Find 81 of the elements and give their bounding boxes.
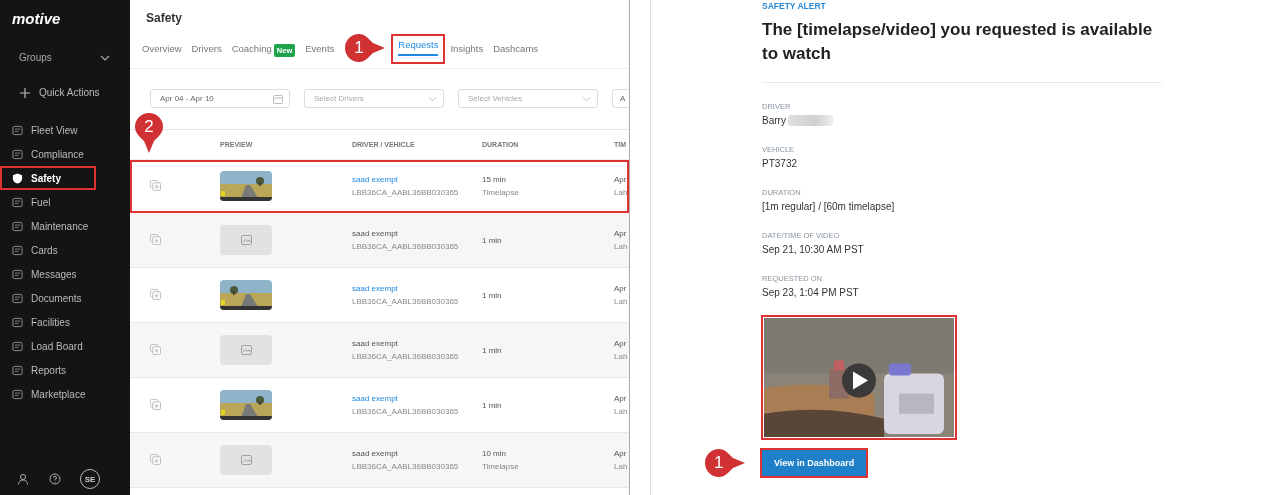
duration: 10 min — [482, 449, 507, 458]
vehicle-id: LBB36CA_AABL36BB030365 — [352, 462, 460, 471]
view-in-dashboard-button[interactable]: View in Dashboard — [762, 450, 867, 476]
table-cell: Apr — [614, 175, 628, 184]
tab[interactable]: Dashcams — [489, 41, 543, 65]
duration: 15 min — [482, 175, 507, 184]
table-cell: Lah — [614, 462, 628, 471]
calendar-icon — [273, 93, 283, 104]
table-cell: Lah — [614, 407, 628, 416]
plus-icon — [20, 87, 30, 98]
select-field[interactable]: A — [612, 89, 629, 108]
vehicle-id: LBB36CA_AABL36BB030365 — [352, 352, 460, 361]
image-icon — [240, 345, 252, 355]
chevron-down-icon — [428, 95, 437, 102]
driver-link[interactable]: saad exempt — [352, 175, 482, 184]
nav-item[interactable]: Safety — [0, 166, 96, 190]
page-title: Safety — [145, 10, 183, 25]
table-cell: Lah — [614, 297, 628, 306]
nav-item[interactable]: Maintenance — [0, 214, 130, 238]
quick-actions-button[interactable]: Quick Actions — [20, 87, 100, 98]
table-cell: Apr — [614, 394, 628, 403]
table-cell: Apr — [614, 229, 628, 238]
vehicle-id: LBB36CA_AABL36BB030365 — [352, 297, 460, 306]
nav-item[interactable]: Marketplace — [0, 382, 130, 406]
table-row[interactable]: saad exempt LBB36CA_AABL36BB030365 10 min Timelapse Apr Lah — [130, 433, 629, 488]
table-cell: Apr — [614, 449, 628, 458]
nav-item[interactable]: Compliance — [0, 142, 130, 166]
redacted-blur — [787, 115, 833, 126]
nav-item[interactable]: Facilities — [0, 310, 130, 334]
field-value: PT3732 — [762, 158, 798, 169]
nav-item[interactable]: Fleet View — [0, 118, 130, 142]
table-cell: Lah — [614, 242, 628, 251]
help-icon[interactable] — [48, 473, 61, 485]
field-value: Sep 23, 1:04 PM PST — [762, 287, 859, 298]
alert-heading: The [timelapse/video] you requested is available to watch — [762, 19, 1154, 65]
tab[interactable]: Overview — [138, 41, 186, 65]
field-value: Barry — [762, 115, 786, 126]
list-icon — [12, 148, 23, 160]
user-icon[interactable] — [17, 473, 29, 485]
field-value: [1m regular] / [60m timelapse] — [762, 201, 895, 212]
groups-dropdown[interactable]: Groups — [19, 52, 110, 63]
chevron-down-icon — [100, 54, 110, 61]
image-icon — [240, 455, 252, 465]
duration: 1 min — [482, 345, 503, 355]
table-row[interactable]: saad exempt LBB36CA_AABL36BB030365 1 min Apr Lah — [130, 323, 629, 378]
alert-label: SAFETY ALERT — [762, 1, 827, 11]
driver-link[interactable]: saad exempt — [352, 394, 482, 403]
vehicle-id: LBB36CA_AABL36BB030365 — [352, 407, 460, 416]
nav-item[interactable]: Load Board — [0, 334, 130, 358]
date-range-field[interactable]: Apr 04 - Apr 10 — [150, 89, 290, 108]
table-cell: Lah — [614, 188, 628, 197]
tab[interactable]: Drivers — [187, 41, 226, 65]
driver-name: saad exempt — [352, 229, 399, 238]
shield-icon — [12, 172, 23, 184]
table-cell: Lah — [614, 352, 628, 361]
driver-name: saad exempt — [352, 339, 399, 348]
table-cell: Apr — [614, 339, 628, 348]
nav-item[interactable]: Documents — [0, 286, 130, 310]
vehicle-id: LBB36CA_AABL36BB030365 — [352, 188, 460, 197]
duration: 1 min — [482, 290, 503, 300]
table-row[interactable]: saad exempt LBB36CA_AABL36BB030365 15 min Timelapse Apr Lah — [130, 160, 629, 213]
table-row[interactable]: saad exempt LBB36CA_AABL36BB030365 1 min Apr Lah — [130, 213, 629, 268]
tab[interactable]: Events — [301, 41, 339, 65]
nav-item[interactable]: Cards — [0, 238, 130, 262]
driver-name: saad exempt — [352, 449, 399, 458]
duration: 1 min — [482, 400, 503, 410]
duration: 1 min — [482, 235, 503, 245]
nav-item[interactable]: Messages — [0, 262, 130, 286]
logo: motive — [11, 9, 61, 27]
table-cell: Apr — [614, 284, 628, 293]
field-value: Sep 21, 10:30 AM PST — [762, 244, 864, 255]
tab[interactable]: Requests — [392, 35, 445, 63]
image-icon — [240, 235, 252, 245]
nav-item[interactable]: Reports — [0, 358, 130, 382]
duration-type: Timelapse — [482, 462, 520, 471]
chevron-down-icon — [582, 95, 591, 102]
vehicle-id: LBB36CA_AABL36BB030365 — [352, 242, 460, 251]
tab[interactable]: Insights — [446, 41, 488, 65]
duration-type: Timelapse — [482, 188, 520, 197]
nav-item[interactable]: Fuel — [0, 190, 130, 214]
driver-link[interactable]: saad exempt — [352, 284, 482, 293]
